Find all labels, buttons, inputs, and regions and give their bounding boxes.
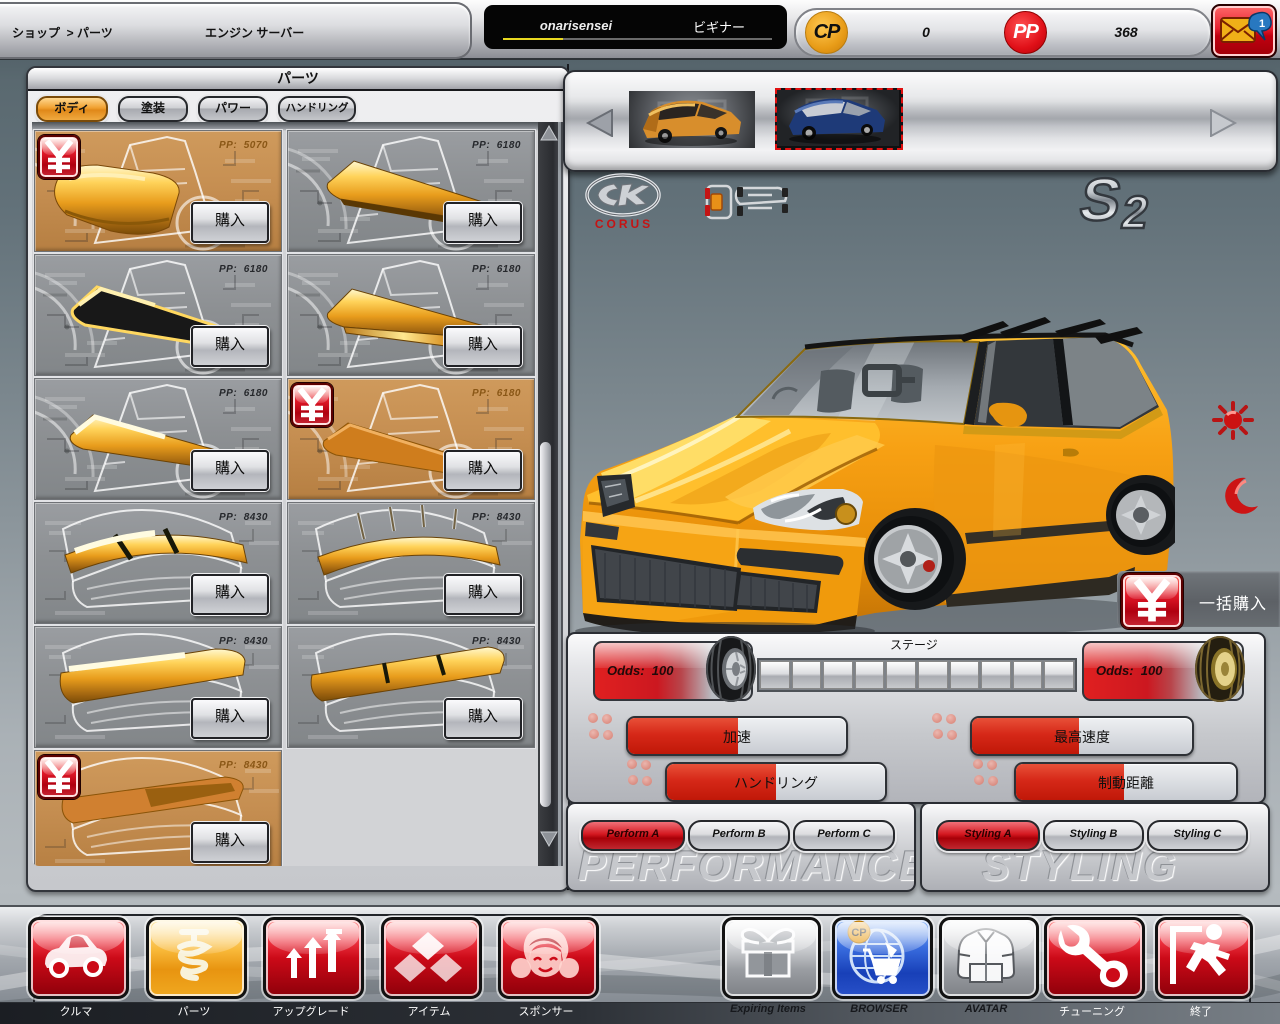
- svg-text:CORUS: CORUS: [595, 217, 653, 231]
- svg-text:CP: CP: [851, 927, 866, 939]
- svg-text:2: 2: [1118, 186, 1153, 234]
- svg-text:1: 1: [1259, 18, 1265, 30]
- svg-text:S: S: [1075, 170, 1127, 233]
